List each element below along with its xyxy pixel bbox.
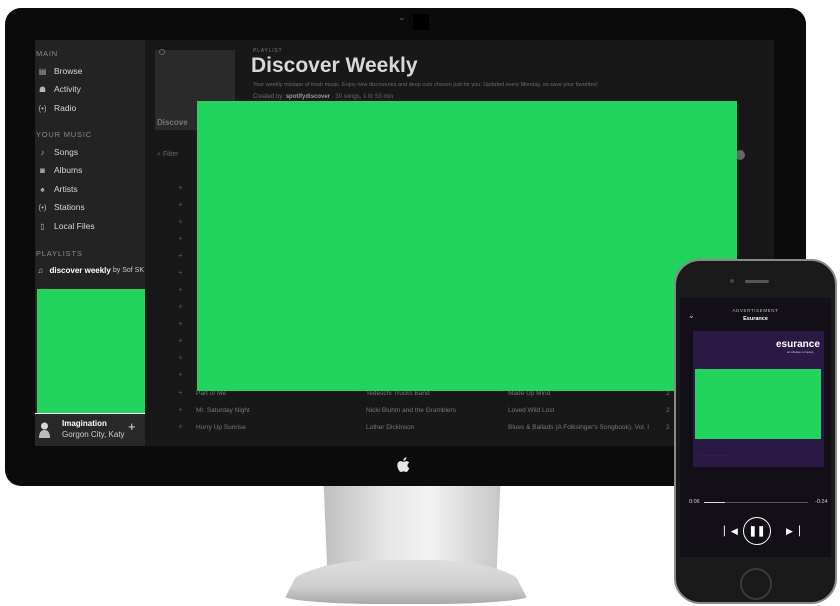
playlists-heading: PLAYLISTS xyxy=(36,249,83,258)
activity-icon: ☗ xyxy=(38,84,47,94)
track-name: Mr. Saturday Night xyxy=(196,407,250,414)
cover-text: Discove xyxy=(157,118,188,127)
sidebar-item-stations[interactable]: (•) Stations xyxy=(36,200,144,214)
sidebar-item-label: Albums xyxy=(54,165,83,175)
track-name: Part of Me xyxy=(196,390,226,397)
add-track-icon[interactable]: + xyxy=(178,217,183,226)
local-files-icon: ▯ xyxy=(40,221,45,231)
filter-input[interactable]: ⌕ Filter xyxy=(157,151,178,159)
settings-icon[interactable] xyxy=(159,49,165,55)
track-album[interactable]: Blues & Ballads (A Folksinger's Songbook… xyxy=(508,424,649,431)
remaining-time: -0:24 xyxy=(815,499,828,505)
now-playing-bar: Imagination Gorgon City, Katy + xyxy=(35,413,145,446)
created-by-prefix: Created by: xyxy=(253,94,285,100)
add-track-icon[interactable]: + xyxy=(178,251,183,260)
playlist-description: Your weekly mixtape of fresh music. Enjo… xyxy=(253,82,598,88)
phone-camera-icon xyxy=(730,279,734,283)
ad-brand: Esurance xyxy=(743,316,768,322)
main-heading: MAIN xyxy=(36,49,58,58)
sidebar-item-label: Songs xyxy=(54,147,79,157)
track-album[interactable]: Made Up Mind xyxy=(508,390,550,397)
sidebar-item-artists[interactable]: ♠ Artists xyxy=(36,182,144,196)
filter-placeholder: Filter xyxy=(162,151,179,158)
track-artist[interactable]: Luther Dickinson xyxy=(366,424,414,431)
track-album[interactable]: Loved Wild Lost xyxy=(508,407,554,414)
sidebar-item-browse[interactable]: ▤ Browse xyxy=(36,64,144,78)
phone-device: ⌄ ADVERTISEMENT Esurance esurance an All… xyxy=(674,259,837,604)
add-track-icon[interactable]: + xyxy=(178,422,183,431)
progress-fill xyxy=(704,502,725,503)
sidebar-item-local-files[interactable]: ▯ Local Files xyxy=(36,219,144,233)
add-track-icon[interactable]: + xyxy=(178,388,183,397)
ad-card[interactable]: esurance an Allstate company ···········… xyxy=(693,331,824,467)
sidebar-item-songs[interactable]: ♪ Songs xyxy=(36,145,144,159)
track-name: Hurry Up Sunrise xyxy=(196,424,246,431)
track-artist[interactable]: Tedeschi Trucks Band xyxy=(366,390,430,397)
esurance-logo-sub: an Allstate company xyxy=(787,350,814,354)
previous-button[interactable]: ▏◀ xyxy=(724,526,738,537)
green-placeholder-main xyxy=(197,101,737,391)
progress-bar[interactable] xyxy=(704,502,808,503)
stations-icon: (•) xyxy=(38,202,47,212)
ad-label: ADVERTISEMENT xyxy=(732,308,779,313)
now-playing-title: Imagination xyxy=(62,419,107,428)
add-track-icon[interactable]: + xyxy=(178,268,183,277)
elapsed-time: 0:06 xyxy=(689,499,700,505)
sidebar-item-label: Radio xyxy=(54,103,77,113)
playlist-owner: by Sof SK xyxy=(112,266,144,274)
imac-stand-neck xyxy=(323,486,501,572)
green-placeholder-ad xyxy=(695,369,821,439)
songs-icon: ♪ xyxy=(40,147,45,157)
add-track-icon[interactable]: + xyxy=(178,200,183,209)
desktop-screen: MAIN ▤ Browse ☗ Activity (•) Radio YOUR … xyxy=(35,40,774,446)
search-icon: ⌕ xyxy=(157,151,161,158)
playlist-stats: · 30 songs, 1 hr 53 min xyxy=(331,94,394,100)
add-track-icon[interactable]: + xyxy=(178,353,183,362)
now-playing-artist: Gorgon City, Katy xyxy=(62,430,125,439)
playlist-name: discover weekly xyxy=(49,265,111,275)
sidebar-item-radio[interactable]: (•) Radio xyxy=(36,101,144,115)
esurance-logo: esurance xyxy=(776,339,820,350)
phone-screen: ⌄ ADVERTISEMENT Esurance esurance an All… xyxy=(680,298,831,557)
album-art-icon xyxy=(39,422,50,438)
sidebar-item-label: Activity xyxy=(54,84,81,94)
your-music-heading: YOUR MUSIC xyxy=(36,130,92,139)
camera-icon xyxy=(413,14,429,30)
add-track-icon[interactable]: + xyxy=(178,336,183,345)
add-track-icon[interactable]: + xyxy=(178,319,183,328)
track-date: 2 xyxy=(666,424,670,431)
radio-icon: (•) xyxy=(38,103,47,113)
sidebar-item-label: Local Files xyxy=(54,221,95,231)
artists-icon: ♠ xyxy=(40,184,45,194)
next-button[interactable]: ▶▕ xyxy=(786,526,800,537)
add-track-icon[interactable]: + xyxy=(178,405,183,414)
ad-fine-print: ··································· xyxy=(700,454,730,457)
playlist-icon: ♫ xyxy=(37,265,44,275)
sidebar-item-label: Stations xyxy=(54,202,85,212)
apple-logo-icon xyxy=(397,457,410,472)
playlist-owner-link[interactable]: spotifydiscover xyxy=(286,94,330,100)
phone-speaker xyxy=(745,280,769,283)
camera-indicator-icon: ⌄ xyxy=(398,12,406,22)
add-track-icon[interactable]: + xyxy=(178,234,183,243)
add-track-button[interactable]: + xyxy=(128,419,136,434)
add-track-icon[interactable]: + xyxy=(178,302,183,311)
sidebar-item-label: Browse xyxy=(54,66,83,76)
add-track-icon[interactable]: + xyxy=(178,285,183,294)
pause-button[interactable]: ❚❚ xyxy=(743,517,771,545)
home-button[interactable] xyxy=(740,568,772,600)
page-title: Discover Weekly xyxy=(251,54,418,77)
sidebar-item-discover-weekly[interactable]: ♫ discover weekly by Sof SK xyxy=(36,263,144,277)
track-date: 2 xyxy=(666,390,670,397)
track-date: 2 xyxy=(666,407,670,414)
track-artist[interactable]: Nicki Bluhm and the Gramblers xyxy=(366,407,456,414)
browse-icon: ▤ xyxy=(38,66,47,76)
sidebar-item-activity[interactable]: ☗ Activity xyxy=(36,82,144,96)
add-track-icon[interactable]: + xyxy=(178,183,183,192)
add-track-icon[interactable]: + xyxy=(178,370,183,379)
sidebar-item-albums[interactable]: ◙ Albums xyxy=(36,163,144,177)
albums-icon: ◙ xyxy=(40,165,45,175)
playlist-meta: Created by: spotifydiscover · 30 songs, … xyxy=(253,94,393,100)
sidebar-item-label: Artists xyxy=(54,184,78,194)
